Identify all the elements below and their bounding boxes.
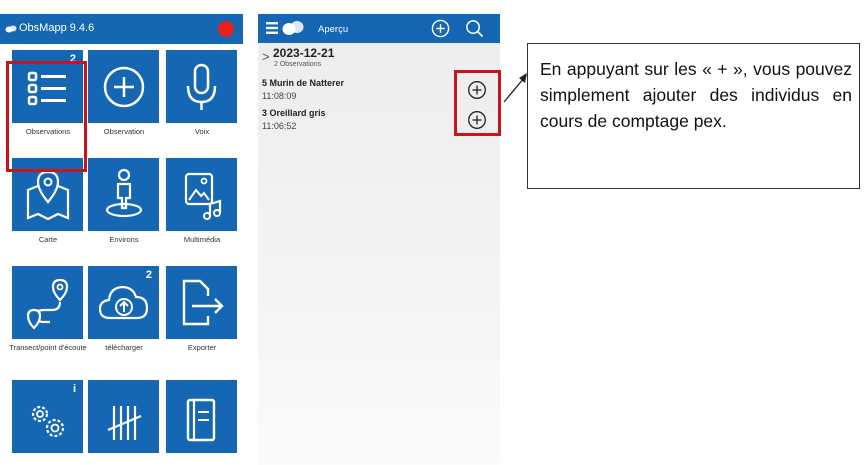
app-title: ObsMapp 9.4.6: [19, 22, 95, 34]
tile-multimedia[interactable]: [166, 158, 237, 231]
tile-transect[interactable]: [12, 266, 83, 339]
app-header: ObsMapp 9.4.6: [0, 14, 243, 44]
tile-book[interactable]: [166, 380, 237, 453]
observation-time: 11:08:09: [262, 91, 297, 101]
tile-badge: 2: [145, 269, 152, 281]
book-icon: [186, 398, 216, 442]
plus-buttons-highlight-box: [454, 70, 501, 136]
tile-badge: i: [72, 383, 76, 395]
callout-arrow-icon: [503, 73, 527, 103]
tile-label-observation: Observation: [103, 127, 145, 136]
tile-exporter[interactable]: [166, 266, 237, 339]
obsmapp-main-screen: ObsMapp 9.4.6 2 Observations Observation…: [0, 14, 243, 465]
tile-telecharger[interactable]: 2: [88, 266, 159, 339]
tile-label-telecharger: télécharger: [105, 343, 143, 352]
plus-circle-icon: [103, 66, 145, 108]
menu-icon[interactable]: [266, 21, 280, 35]
app-logo-icon: [5, 25, 17, 33]
apercu-header: Aperçu: [258, 14, 500, 43]
observations-highlight-box: [6, 61, 87, 172]
group-count: 2 Observations: [274, 61, 322, 68]
chevron-right-icon: >: [262, 49, 270, 64]
add-circle-icon[interactable]: [431, 19, 450, 38]
tile-label-voix: Voix: [194, 127, 210, 136]
microphone-icon: [186, 63, 217, 110]
tile-environs[interactable]: [88, 158, 159, 231]
screen-title: Aperçu: [318, 24, 349, 35]
route-icon: [26, 278, 69, 330]
tile-label-multimedia: Multimédia: [183, 235, 221, 244]
observation-time: 11:06:52: [262, 121, 297, 131]
callout-box: En appuyant sur les « + », vous pouvez s…: [527, 43, 860, 189]
export-icon: [182, 279, 224, 326]
tile-observation[interactable]: [88, 50, 159, 123]
observation-name[interactable]: 3 Oreillard gris: [262, 108, 326, 118]
tile-label-exporter: Exporter: [187, 343, 217, 352]
callout-text: En appuyant sur les « + », vous pouvez s…: [540, 59, 852, 131]
app-logo-icon: [282, 21, 304, 35]
tile-settings[interactable]: i: [12, 380, 83, 453]
person-location-icon: [105, 168, 143, 218]
search-icon[interactable]: [465, 19, 484, 38]
observation-name[interactable]: 5 Murin de Natterer: [262, 78, 344, 88]
screenshot-stage: ObsMapp 9.4.6 2 Observations Observation…: [0, 0, 864, 465]
media-icon: [184, 172, 222, 220]
tile-label-environs: Environs: [109, 235, 139, 244]
tile-tally[interactable]: [88, 380, 159, 453]
tally-icon: [107, 406, 142, 440]
tile-voix[interactable]: [166, 50, 237, 123]
record-button[interactable]: [218, 21, 234, 37]
group-date: 2023-12-21: [273, 46, 335, 60]
